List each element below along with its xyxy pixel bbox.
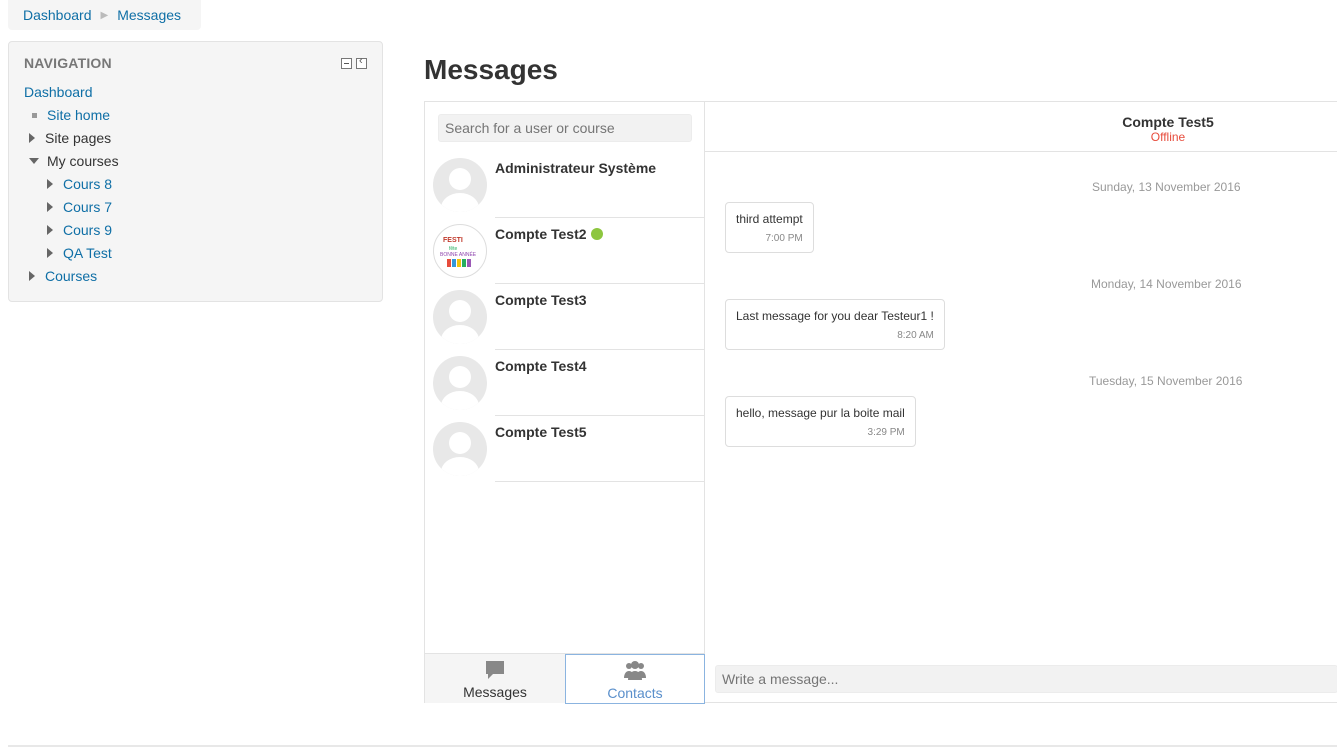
- message-time: 8:20 AM: [897, 330, 934, 341]
- breadcrumb-messages-link[interactable]: Messages: [117, 7, 181, 23]
- expand-arrow-icon[interactable]: [29, 271, 35, 282]
- nav-item-courses: Courses: [24, 266, 119, 289]
- collapse-arrow-icon[interactable]: [29, 158, 39, 165]
- nav-course-link[interactable]: Cours 9: [63, 222, 112, 238]
- contact-item[interactable]: Compte Test3: [425, 284, 705, 350]
- online-status-icon: [590, 228, 603, 240]
- conversation-user-name[interactable]: Compte Test5: [705, 114, 1337, 130]
- message-time: 7:00 PM: [765, 233, 803, 244]
- nav-item-course: QA Test: [24, 243, 119, 266]
- dock-icon[interactable]: [356, 55, 367, 69]
- contact-name: Compte Test3: [495, 292, 587, 308]
- expand-arrow-icon[interactable]: [29, 133, 35, 144]
- expand-arrow-icon[interactable]: [47, 179, 53, 190]
- nav-course-link[interactable]: Cours 8: [63, 176, 112, 192]
- nav-my-courses-label[interactable]: My courses: [47, 153, 119, 169]
- default-user-icon: [433, 158, 487, 212]
- messaging-area: Administrateur Système FESTIfêteBONNE AN…: [424, 101, 1337, 704]
- day-separator: Sunday, 13 November 2016: [1092, 180, 1241, 194]
- breadcrumb-separator-icon: ▶: [100, 9, 109, 21]
- footer-divider: [8, 745, 1337, 747]
- navigation-title: NAVIGATION: [24, 55, 112, 71]
- tab-messages[interactable]: Messages: [425, 654, 565, 704]
- contact-item[interactable]: Administrateur Système: [425, 152, 705, 218]
- expand-arrow-icon[interactable]: [47, 202, 53, 213]
- tab-contacts[interactable]: Contacts: [565, 654, 705, 704]
- conversation-header: Compte Test5 Offline: [705, 102, 1337, 152]
- navigation-block: NAVIGATION Dashboard Site home Site page…: [8, 41, 383, 302]
- tab-messages-label: Messages: [463, 684, 527, 700]
- breadcrumb-dashboard-link[interactable]: Dashboard: [23, 7, 92, 23]
- default-user-icon: [433, 356, 487, 410]
- nav-item-course: Cours 9: [24, 220, 119, 243]
- message-bubble[interactable]: Last message for you dear Testeur1 ! 8:2…: [725, 299, 945, 350]
- conversation-pane: Compte Test5 Offline Sunday, 13 November…: [705, 102, 1337, 702]
- message-text: third attempt: [736, 212, 803, 226]
- message-bubble[interactable]: hello, message pur la boite mail 3:29 PM: [725, 396, 916, 447]
- nav-item-dashboard: Dashboard: [24, 82, 119, 105]
- view-tabs: Messages Contacts: [425, 653, 705, 704]
- users-icon: [566, 655, 704, 681]
- nav-courses-link[interactable]: Courses: [45, 268, 97, 284]
- bullet-icon: [32, 112, 37, 118]
- nav-item-site-home: Site home: [24, 105, 119, 128]
- expand-arrow-icon[interactable]: [47, 225, 53, 236]
- day-separator: Monday, 14 November 2016: [1091, 277, 1242, 291]
- navigation-tree: Dashboard Site home Site pages My course…: [24, 82, 119, 289]
- navigation-controls: [341, 55, 367, 69]
- contact-item[interactable]: Compte Test5: [425, 416, 705, 482]
- nav-dashboard-link[interactable]: Dashboard: [24, 84, 93, 100]
- nav-site-home-link[interactable]: Site home: [47, 107, 110, 123]
- nav-site-pages-label[interactable]: Site pages: [45, 130, 111, 146]
- contacts-pane: Administrateur Système FESTIfêteBONNE AN…: [425, 102, 705, 704]
- nav-item-course: Cours 7: [24, 197, 119, 220]
- contact-name-wrap: Compte Test2: [495, 226, 603, 242]
- day-separator: Tuesday, 15 November 2016: [1089, 374, 1243, 388]
- message-text: hello, message pur la boite mail: [736, 406, 905, 420]
- nav-item-course: Cours 8: [24, 174, 119, 197]
- nav-course-link[interactable]: QA Test: [63, 245, 112, 261]
- expand-arrow-icon[interactable]: [47, 248, 53, 259]
- page-title: Messages: [424, 54, 558, 85]
- contact-name: Administrateur Système: [495, 160, 657, 176]
- search-input[interactable]: [438, 114, 692, 142]
- message-compose-input[interactable]: [715, 665, 1337, 693]
- tab-contacts-label: Contacts: [607, 685, 663, 701]
- nav-item-my-courses[interactable]: My courses: [24, 151, 119, 174]
- contact-name: Compte Test4: [495, 358, 587, 374]
- nav-item-site-pages[interactable]: Site pages: [24, 128, 119, 151]
- divider: [495, 481, 705, 482]
- default-user-icon: [433, 290, 487, 344]
- contact-name: Compte Test5: [495, 424, 587, 440]
- contact-name: Compte Test2: [495, 226, 587, 242]
- minimize-icon[interactable]: [341, 58, 352, 69]
- message-bubble[interactable]: third attempt 7:00 PM: [725, 202, 814, 253]
- message-text: Last message for you dear Testeur1 !: [736, 309, 934, 323]
- nav-course-link[interactable]: Cours 7: [63, 199, 112, 215]
- contact-item[interactable]: Compte Test4: [425, 350, 705, 416]
- breadcrumb: Dashboard ▶ Messages: [8, 0, 201, 30]
- conversation-user-status: Offline: [1150, 130, 1186, 144]
- default-user-icon: [433, 422, 487, 476]
- message-time: 3:29 PM: [867, 427, 905, 438]
- speech-bubble-icon: [425, 654, 565, 680]
- user-picture-icon: FESTI fête BONNE ANNÉE: [433, 224, 487, 278]
- contact-item[interactable]: FESTI fête BONNE ANNÉE Compte Test2: [425, 218, 705, 284]
